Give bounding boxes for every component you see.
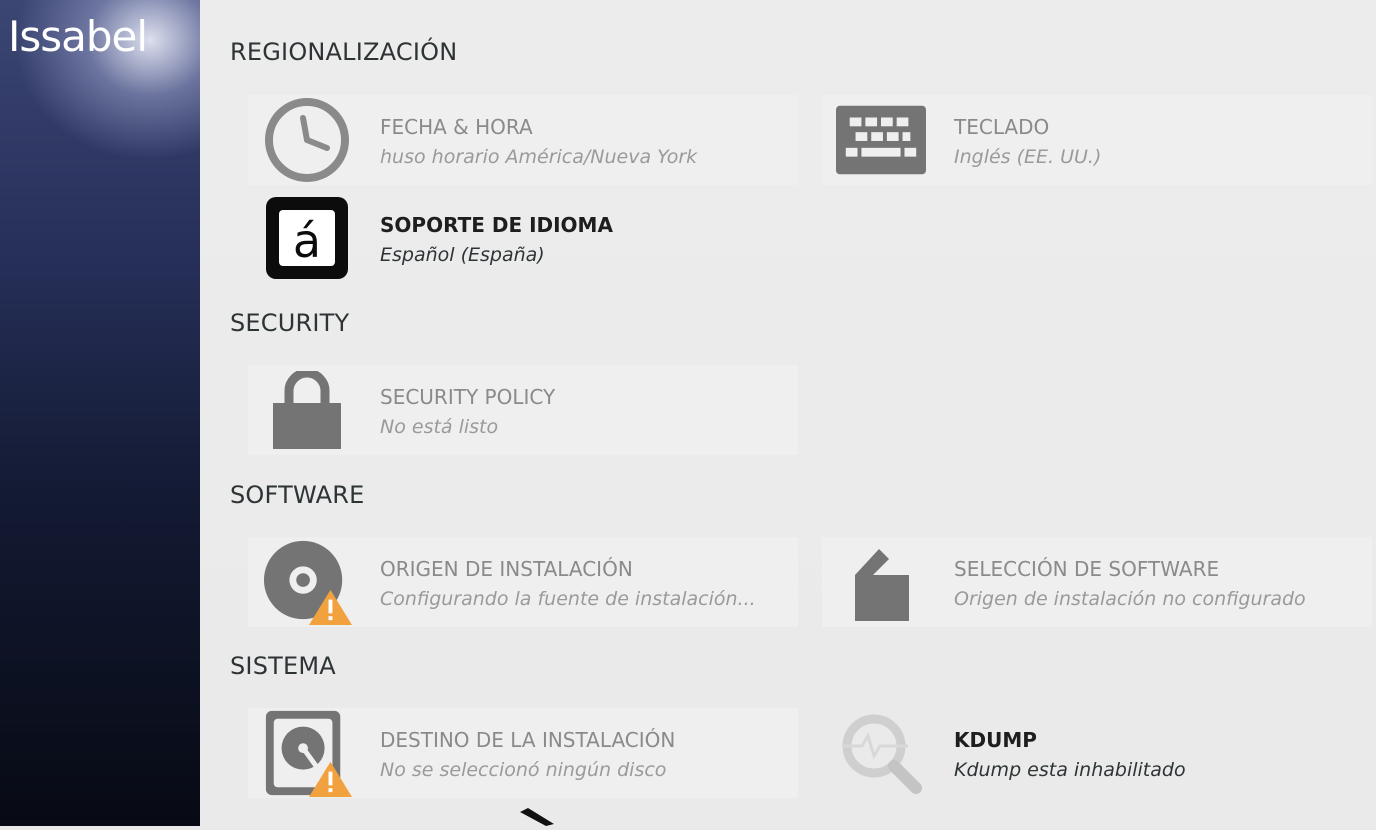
spoke-status: Inglés (EE. UU.) [954, 146, 1102, 168]
spoke-title: KDUMP [954, 728, 1037, 752]
package-icon [836, 542, 926, 622]
spoke-title: FECHA & HORA [380, 115, 533, 139]
spoke-status: No se seleccionó ningún disco [380, 759, 667, 781]
installation-summary: REGIONALIZACIÓN FECHA & HORA huso horari… [200, 0, 1376, 826]
lock-icon [262, 370, 352, 450]
spoke-installation-destination[interactable]: DESTINO DE LA INSTALACIÓN No se seleccio… [248, 708, 798, 798]
clock-icon [262, 98, 352, 182]
mouse-cursor [518, 806, 558, 830]
spoke-language[interactable]: á SOPORTE DE IDIOMA Español (España) [248, 193, 798, 283]
spoke-software-selection[interactable]: SELECCIÓN DE SOFTWARE Origen de instalac… [822, 537, 1372, 627]
keyboard-icon [836, 100, 926, 180]
kdump-icon [836, 713, 926, 794]
spoke-title: SELECCIÓN DE SOFTWARE [954, 557, 1220, 581]
spoke-title: TECLADO [954, 115, 1050, 139]
spoke-keyboard[interactable]: TECLADO Inglés (EE. UU.) [822, 95, 1372, 185]
harddisk-warning-icon [262, 710, 352, 798]
spoke-status: No está listo [380, 416, 499, 438]
spoke-security-policy[interactable]: SECURITY POLICY No está listo [248, 365, 798, 455]
spoke-title: ORIGEN DE INSTALACIÓN [380, 557, 633, 581]
language-glyph: á [293, 214, 321, 268]
sidebar: Issabel [0, 0, 200, 826]
section-title-regional: REGIONALIZACIÓN [230, 38, 458, 66]
spoke-title: SOPORTE DE IDIOMA [380, 213, 613, 237]
spoke-status: Kdump esta inhabilitado [954, 759, 1186, 781]
spoke-status: Español (España) [380, 244, 545, 266]
language-icon: á [262, 197, 352, 279]
spoke-status: Configurando la fuente de instalación... [380, 588, 756, 610]
spoke-status: Origen de instalación no configurado [954, 588, 1306, 610]
issabel-logo: Issabel [8, 12, 148, 61]
spoke-kdump[interactable]: KDUMP Kdump esta inhabilitado [822, 708, 1372, 798]
spoke-installation-source[interactable]: ORIGEN DE INSTALACIÓN Configurando la fu… [248, 537, 798, 627]
spoke-status: huso horario América/Nueva York [380, 146, 698, 168]
spoke-title: SECURITY POLICY [380, 385, 556, 409]
section-title-security: SECURITY [230, 309, 350, 337]
spoke-datetime[interactable]: FECHA & HORA huso horario América/Nueva … [248, 95, 798, 185]
disc-warning-icon [262, 540, 352, 626]
spoke-title: DESTINO DE LA INSTALACIÓN [380, 728, 676, 752]
section-title-system: SISTEMA [230, 652, 336, 680]
section-title-software: SOFTWARE [230, 481, 365, 509]
